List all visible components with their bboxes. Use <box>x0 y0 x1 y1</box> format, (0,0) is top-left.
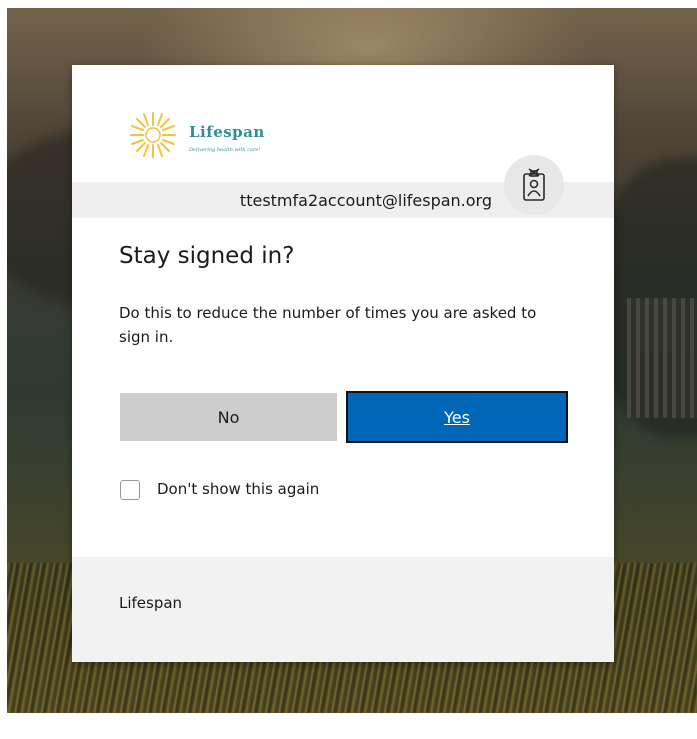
no-button[interactable]: No <box>120 393 337 441</box>
lifespan-logo: Lifespan Delivering health with care! <box>127 109 327 165</box>
account-email: ttestmfa2account@lifespan.org <box>239 191 492 210</box>
brand-tagline: Delivering health with care! <box>189 147 261 153</box>
yes-button[interactable]: Yes <box>346 391 568 443</box>
sign-in-card: Lifespan Delivering health with care! tt… <box>72 65 614 662</box>
description-text: Do this to reduce the number of times yo… <box>119 304 537 346</box>
sun-logo-icon <box>130 112 176 158</box>
brand-name: Lifespan <box>189 123 265 141</box>
footer-text: Lifespan <box>119 594 183 612</box>
badge-person-icon <box>523 168 545 201</box>
avatar <box>504 155 564 215</box>
dont-show-again-checkbox[interactable] <box>120 480 140 500</box>
dont-show-again-label[interactable]: Don't show this again <box>157 480 319 498</box>
card-footer: Lifespan <box>72 557 614 662</box>
page-title: Stay signed in? <box>119 243 295 269</box>
